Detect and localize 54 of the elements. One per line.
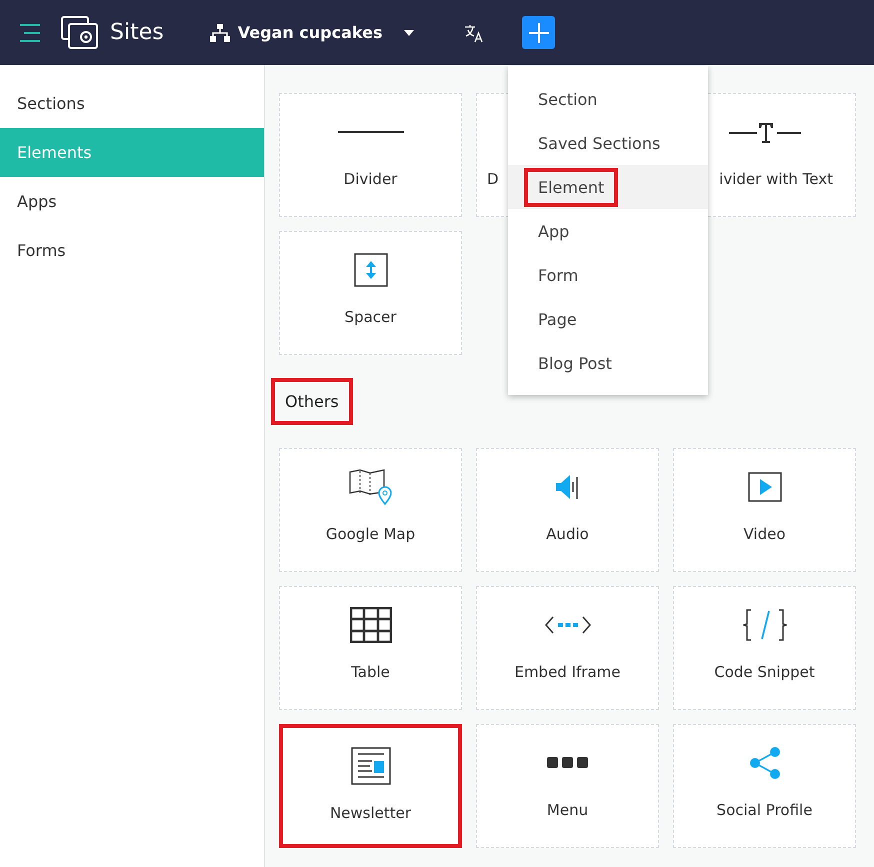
- tile-label: Embed Iframe: [514, 663, 621, 681]
- tile-label: Video: [743, 525, 786, 543]
- tile-label: Social Profile: [716, 801, 812, 819]
- plus-icon: [528, 22, 549, 42]
- tile-label: D: [487, 170, 499, 188]
- windows-gear-icon: [60, 14, 100, 50]
- sitemap-icon: [210, 24, 230, 42]
- widget-tile[interactable]: Newsletter: [279, 724, 462, 848]
- widget-tile[interactable]: Code Snippet: [673, 586, 856, 710]
- add-option[interactable]: Element: [524, 168, 618, 206]
- tile-label: ivider with Text: [719, 170, 833, 188]
- add-option[interactable]: Blog Post: [524, 344, 626, 382]
- translate-icon[interactable]: [464, 22, 484, 42]
- widget-tile[interactable]: Embed Iframe: [476, 586, 659, 710]
- tile-label: Table: [351, 663, 390, 681]
- tile-label: Code Snippet: [714, 663, 815, 681]
- tile-label: Google Map: [326, 525, 416, 543]
- newsletter-icon: [350, 747, 390, 785]
- add-button[interactable]: [522, 16, 556, 49]
- widget-tile[interactable]: Spacer: [279, 231, 462, 355]
- widget-tile[interactable]: Social Profile: [673, 724, 856, 848]
- section-heading: Others: [271, 378, 353, 425]
- sidebar-item[interactable]: Apps: [0, 177, 264, 226]
- add-option[interactable]: Page: [524, 300, 591, 338]
- site-selector[interactable]: Vegan cupcakes: [210, 23, 414, 42]
- dots-icon: [546, 757, 588, 769]
- tile-label: Divider: [344, 170, 398, 188]
- widget-tile[interactable]: Video: [673, 448, 856, 572]
- sidebar-item[interactable]: Sections: [0, 79, 264, 128]
- add-option[interactable]: App: [524, 212, 584, 250]
- code-brackets-icon: [742, 609, 786, 641]
- menu-icon[interactable]: [18, 22, 42, 42]
- widget-tile[interactable]: Table: [279, 586, 462, 710]
- horizontal-line-icon: [338, 131, 404, 133]
- tile-label: Spacer: [344, 308, 396, 326]
- tile-label: Audio: [546, 525, 589, 543]
- widget-tile[interactable]: Audio: [476, 448, 659, 572]
- speaker-icon: [556, 473, 580, 501]
- tile-label: Newsletter: [330, 804, 412, 822]
- caret-icon: [404, 30, 414, 36]
- app-title: Sites: [110, 20, 164, 45]
- add-option[interactable]: Section: [524, 80, 612, 118]
- play-icon: [748, 472, 782, 502]
- add-option[interactable]: Form: [524, 256, 592, 294]
- widget-tile[interactable]: Menu: [476, 724, 659, 848]
- sidebar-item[interactable]: Forms: [0, 226, 264, 275]
- grid-icon: [350, 607, 392, 643]
- share-icon: [748, 746, 782, 780]
- widget-tile[interactable]: Google Map: [279, 448, 462, 572]
- tile-label: Menu: [546, 801, 588, 819]
- map-pin-icon: [348, 468, 392, 506]
- code-embed-icon: [544, 615, 590, 635]
- add-option[interactable]: Saved Sections: [524, 124, 674, 162]
- widget-tile[interactable]: Divider: [279, 93, 462, 217]
